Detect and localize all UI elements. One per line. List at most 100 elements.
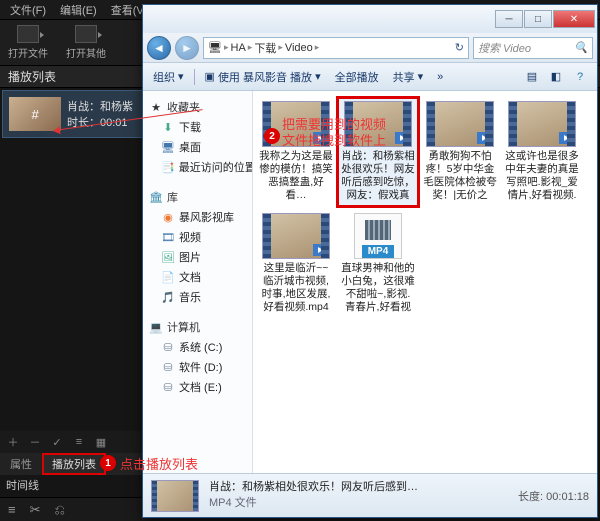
tree-computer[interactable]: 💻计算机 <box>145 317 250 337</box>
folder-icon <box>17 25 39 43</box>
annotation-text-1: 点击播放列表 <box>120 454 198 473</box>
file-item[interactable]: 这或许也是很多中年夫妻的真是写照吧.影视_爱情片,好看视频.mp4 <box>503 99 581 205</box>
play-with-button[interactable]: ▣ 使用 暴风影音 播放 ▾ <box>201 67 325 87</box>
share-button[interactable]: 共享 ▾ <box>389 67 428 87</box>
folder-icon: 🖥 <box>208 41 222 54</box>
navigation-bar: ◄ ► 🖥▸ HA▸ 下载▸ Video▸ ↻ 搜索 Video 🔍 <box>143 33 597 63</box>
crumb-seg[interactable]: Video <box>285 42 313 54</box>
explorer-toolbar: 组织 ▾ ▣ 使用 暴风影音 播放 ▾ 全部播放 共享 ▾ » ▤ ◧ ? <box>143 63 597 91</box>
tree-item[interactable]: 📑最近访问的位置 <box>145 157 250 177</box>
video-thumbnail <box>508 101 576 147</box>
list-controls: ＋ － ✓ ≡ ▦ <box>0 431 150 453</box>
search-placeholder: 搜索 Video <box>478 40 531 56</box>
file-item[interactable]: MP4直球男神和他的小白兔，这很难不甜啦~,影视.青春片,好看视频… <box>339 211 417 317</box>
help-button[interactable]: ? <box>569 67 591 87</box>
open-file-button[interactable]: 打开文件 <box>8 25 48 60</box>
file-item[interactable]: 勇敢狗狗不怕疼！5岁中华金毛医院体检被夸奖！|无价之霸… <box>421 99 499 205</box>
video-thumbnail <box>262 213 330 259</box>
list-icon[interactable]: ≡ <box>72 435 86 449</box>
file-name: 肖战：和杨紫相处很欢乐！网友听后感到吃惊，网友：假戏真做… <box>341 150 415 203</box>
recent-icon: 📑 <box>161 161 175 173</box>
tree-item[interactable]: ⛁软件 (D:) <box>145 357 250 377</box>
tab-attributes[interactable]: 属性 <box>0 453 42 475</box>
tree-item[interactable]: 🖼图片 <box>145 247 250 267</box>
play-icon <box>477 132 491 144</box>
remove-icon[interactable]: － <box>28 435 42 449</box>
playlist-thumbnail: # <box>9 97 61 131</box>
playlist-title: 肖战：和杨紫 <box>67 98 133 114</box>
tree-item[interactable]: ⛁文档 (E:) <box>145 377 250 397</box>
status-filename: 肖战：和杨紫相处很欢乐！网友听后感到… <box>209 480 418 495</box>
mp4-icon: MP4 <box>354 213 402 259</box>
back-button[interactable]: ◄ <box>147 36 171 60</box>
titlebar[interactable]: ─ □ ✕ <box>143 5 597 33</box>
tree-item[interactable]: 🎞视频 <box>145 227 250 247</box>
status-bar: 肖战：和杨紫相处很欢乐！网友听后感到… MP4 文件 长度: 00:01:18 <box>143 473 597 517</box>
download-icon: ⬇ <box>161 121 175 133</box>
breadcrumb[interactable]: 🖥▸ HA▸ 下载▸ Video▸ ↻ <box>203 37 469 59</box>
crumb-seg[interactable]: 下载 <box>254 40 276 56</box>
timeline-label: 时间线 <box>6 477 39 493</box>
annotation-text-2b: 文件拖拽到软件上 <box>282 130 386 149</box>
drive-icon: ⛁ <box>161 361 175 373</box>
more-button[interactable]: » <box>433 69 447 85</box>
desktop-icon: 🖥 <box>161 141 175 153</box>
check-icon[interactable]: ✓ <box>50 435 64 449</box>
menu-edit[interactable]: 编辑(E) <box>54 0 103 20</box>
star-icon: ★ <box>149 101 163 113</box>
tree-item[interactable]: 📄文档 <box>145 267 250 287</box>
search-input[interactable]: 搜索 Video 🔍 <box>473 37 593 59</box>
doc-icon: 📄 <box>161 271 175 283</box>
menu-file[interactable]: 文件(F) <box>4 0 52 20</box>
tree-item[interactable]: ◉暴风影视库 <box>145 207 250 227</box>
pc-icon: 💻 <box>149 321 163 333</box>
annotation-badge-1: 1 <box>100 455 116 471</box>
music-icon: 🎵 <box>161 291 175 303</box>
split-icon[interactable]: ⎌ <box>55 502 65 518</box>
status-length: 长度: 00:01:18 <box>518 488 589 504</box>
organize-button[interactable]: 组织 ▾ <box>149 67 188 87</box>
cut-icon[interactable]: ✂ <box>30 502 41 518</box>
grid-icon[interactable]: ▦ <box>94 435 108 449</box>
play-icon <box>313 244 327 256</box>
tree-item[interactable]: ⬇下载 <box>145 117 250 137</box>
tree-item[interactable]: 🎵音乐 <box>145 287 250 307</box>
app-icon: ◉ <box>161 211 175 223</box>
refresh-icon[interactable]: ↻ <box>455 41 464 54</box>
open-other-label: 打开其他 <box>66 45 106 60</box>
tab-playlist[interactable]: 播放列表 <box>42 453 106 475</box>
view-button[interactable]: ▤ <box>521 67 543 87</box>
status-filetype: MP4 文件 <box>209 496 418 511</box>
close-button[interactable]: ✕ <box>553 10 595 28</box>
play-icon <box>395 132 409 144</box>
file-name: 这或许也是很多中年夫妻的真是写照吧.影视_爱情片,好看视频.mp4 <box>505 150 579 203</box>
play-all-button[interactable]: 全部播放 <box>331 67 383 87</box>
image-icon: 🖼 <box>161 251 175 263</box>
forward-button[interactable]: ► <box>175 36 199 60</box>
crumb-seg[interactable]: HA <box>231 42 246 54</box>
play-icon <box>559 132 573 144</box>
file-name: 勇敢狗狗不怕疼！5岁中华金毛医院体检被夸奖！|无价之霸… <box>423 150 497 203</box>
menu-icon[interactable]: ≡ <box>8 502 16 517</box>
tree-item[interactable]: 🖥桌面 <box>145 137 250 157</box>
drive-icon: ⛁ <box>161 381 175 393</box>
open-other-button[interactable]: 打开其他 <box>66 25 106 60</box>
annotation-badge-2: 2 <box>264 128 280 144</box>
folder-tree[interactable]: ★收藏夹 ⬇下载 🖥桌面 📑最近访问的位置 🏛库 ◉暴风影视库 🎞视频 🖼图片 … <box>143 91 253 473</box>
tree-item[interactable]: ⛁系统 (C:) <box>145 337 250 357</box>
status-thumbnail <box>151 480 199 512</box>
search-icon: 🔍 <box>574 41 588 54</box>
drive-icon: ⛁ <box>161 341 175 353</box>
tree-libraries[interactable]: 🏛库 <box>145 187 250 207</box>
timeline-tools: ≡ ✂ ⎌ <box>0 497 150 521</box>
file-name: 这里是临沂~~临沂城市视频,时事,地区发展,好看视频.mp4 <box>259 262 333 315</box>
file-open-dialog: ─ □ ✕ ◄ ► 🖥▸ HA▸ 下载▸ Video▸ ↻ 搜索 Video 🔍… <box>142 4 598 518</box>
video-thumbnail <box>426 101 494 147</box>
minimize-button[interactable]: ─ <box>495 10 523 28</box>
preview-pane-button[interactable]: ◧ <box>545 67 567 87</box>
file-name: 直球男神和他的小白兔，这很难不甜啦~,影视.青春片,好看视频… <box>341 262 415 315</box>
file-item[interactable]: 这里是临沂~~临沂城市视频,时事,地区发展,好看视频.mp4 <box>257 211 335 317</box>
add-icon[interactable]: ＋ <box>6 435 20 449</box>
open-file-label: 打开文件 <box>8 45 48 60</box>
maximize-button[interactable]: □ <box>524 10 552 28</box>
